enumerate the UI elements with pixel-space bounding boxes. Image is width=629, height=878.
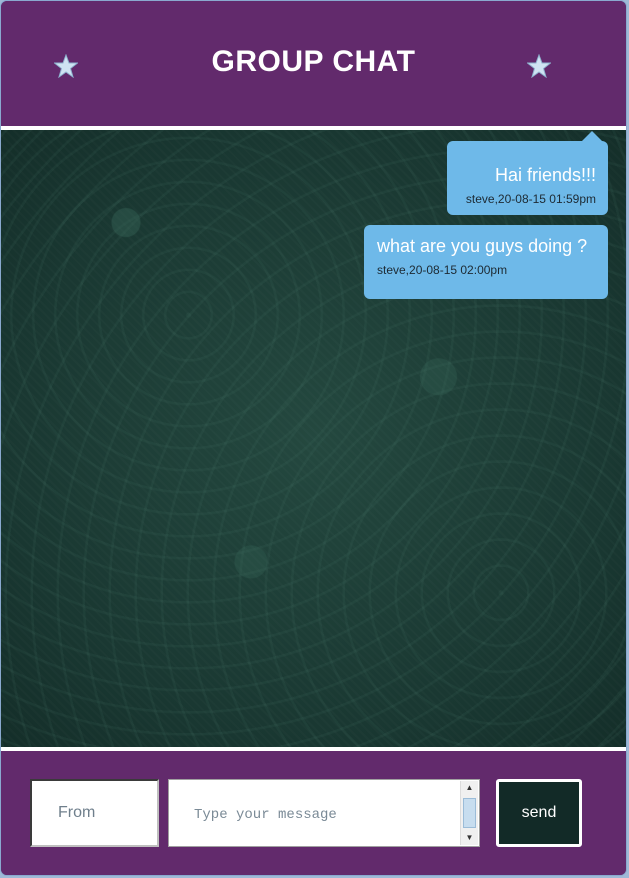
from-input[interactable]: [30, 779, 159, 847]
composer-bar: ▲ ▼ send: [1, 751, 626, 875]
scroll-thumb[interactable]: [463, 798, 476, 828]
scroll-down-icon[interactable]: ▼: [461, 832, 478, 844]
bubble-tail: [582, 131, 602, 141]
message-bubble: Hai friends!!! steve,20-08-15 01:59pm: [447, 131, 608, 215]
chat-header: GROUP CHAT: [1, 1, 626, 126]
message-meta: steve,20-08-15 01:59pm: [465, 192, 596, 206]
chat-window: GROUP CHAT Hai friends!!! steve,20-08-15…: [1, 1, 626, 875]
scroll-up-icon[interactable]: ▲: [461, 782, 478, 794]
message-input[interactable]: [168, 779, 480, 847]
message-meta: steve,20-08-15 02:00pm: [377, 263, 508, 277]
message-input-scrollbar[interactable]: ▲ ▼: [460, 781, 478, 845]
message-bubble: what are you guys doing ? steve,20-08-15…: [364, 225, 608, 299]
star-icon: [526, 53, 552, 79]
message-text: what are you guys doing ?: [377, 236, 588, 256]
message-list[interactable]: Hai friends!!! steve,20-08-15 01:59pm wh…: [1, 130, 626, 747]
send-button[interactable]: send: [496, 779, 582, 847]
message-text: Hai friends!!!: [494, 165, 596, 185]
